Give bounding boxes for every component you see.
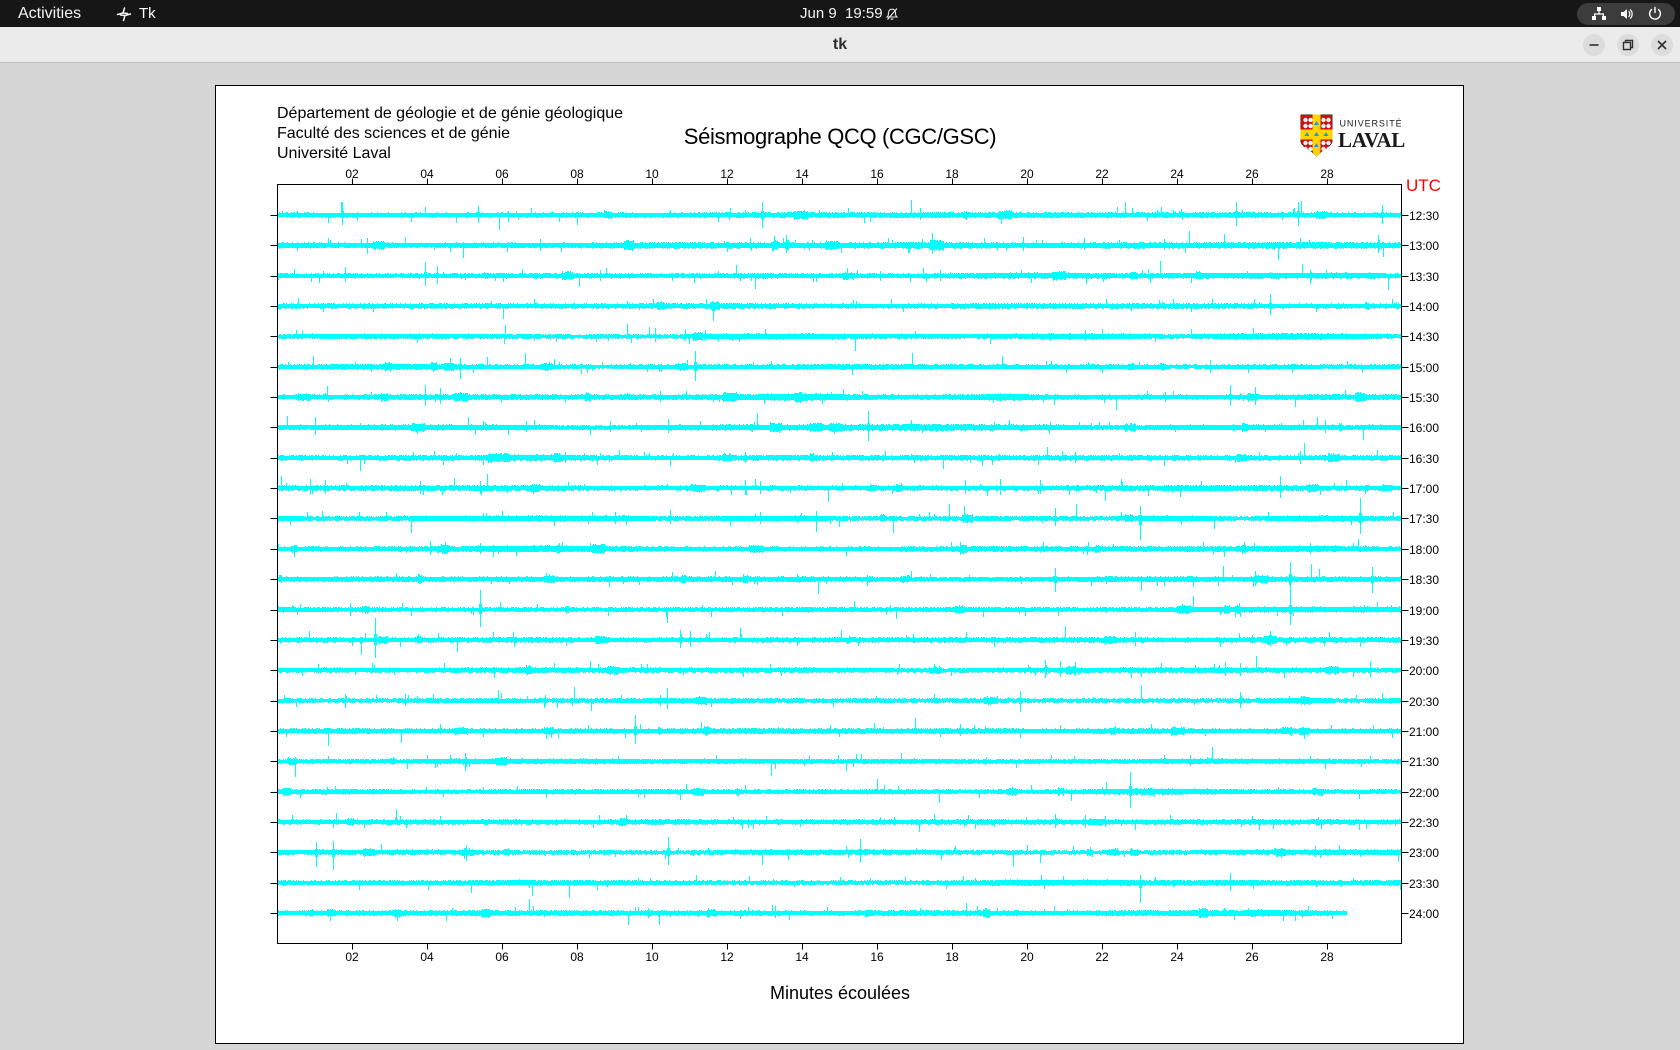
- svg-text:UNIVERSITÉ: UNIVERSITÉ: [1340, 119, 1403, 129]
- svg-text:LAVAL: LAVAL: [1338, 128, 1405, 152]
